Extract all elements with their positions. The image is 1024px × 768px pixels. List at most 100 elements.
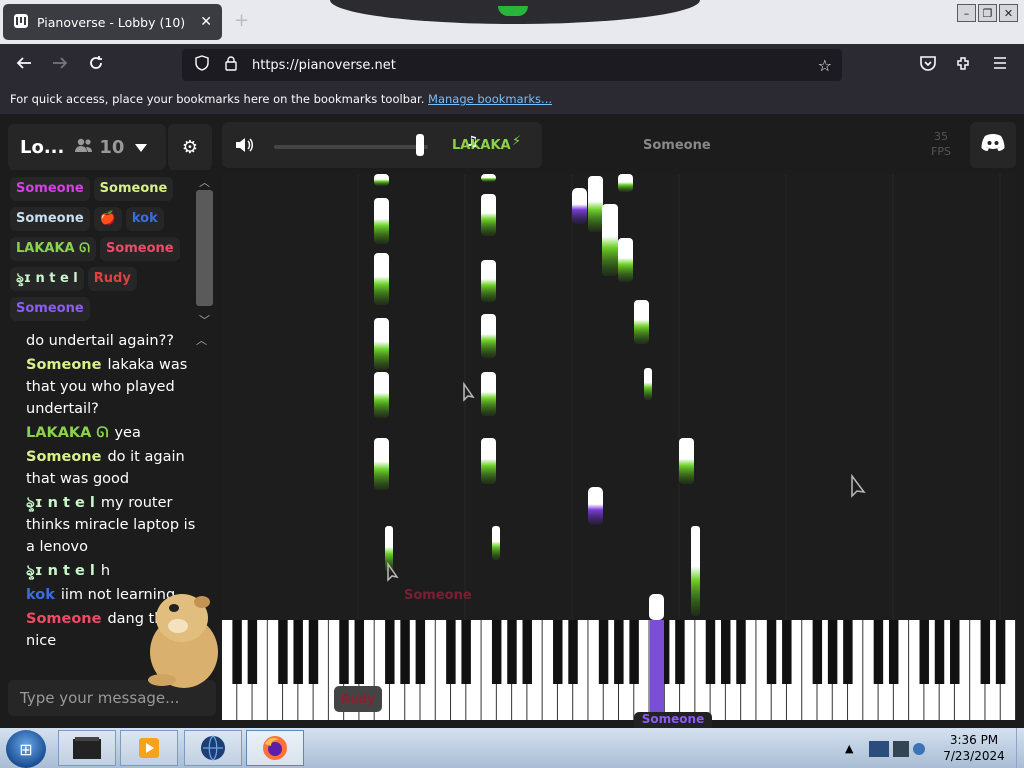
black-key[interactable] xyxy=(950,620,960,684)
black-key[interactable] xyxy=(705,620,716,684)
black-key[interactable] xyxy=(812,620,823,684)
black-key[interactable] xyxy=(491,620,502,684)
black-key[interactable] xyxy=(873,620,884,684)
chat-message-author[interactable]: Someone xyxy=(26,449,101,465)
shield-icon[interactable] xyxy=(194,55,210,75)
scroll-up-icon[interactable]: ︿ xyxy=(199,174,210,190)
black-key[interactable] xyxy=(308,620,319,684)
black-key[interactable] xyxy=(446,620,456,684)
volume-icon[interactable] xyxy=(234,136,254,158)
discord-button[interactable] xyxy=(970,122,1016,168)
black-key[interactable] xyxy=(888,620,899,684)
taskbar-clock[interactable]: 3:36 PM 7/23/2024 xyxy=(938,732,1010,764)
taskbar-app-terminal[interactable] xyxy=(58,730,116,766)
black-key[interactable] xyxy=(354,620,365,684)
black-key[interactable] xyxy=(598,620,609,684)
terminal-icon xyxy=(73,737,101,759)
lock-icon[interactable] xyxy=(224,55,238,75)
black-key[interactable] xyxy=(843,620,853,684)
volume-slider[interactable] xyxy=(274,145,428,149)
user-badge[interactable]: ৡɪ n t e l xyxy=(10,267,84,291)
chat-message-author[interactable]: Someone xyxy=(26,611,101,627)
pressed-key[interactable] xyxy=(650,620,664,720)
chat-message-author[interactable]: Someone xyxy=(26,357,101,373)
gear-icon: ⚙ xyxy=(181,136,199,158)
black-key[interactable] xyxy=(736,620,746,684)
tab-title: Pianoverse - Lobby (10) xyxy=(37,14,186,30)
user-badge[interactable]: kok xyxy=(125,207,164,231)
black-key[interactable] xyxy=(339,620,349,684)
chat-scroll-up-icon[interactable]: ︿ xyxy=(196,332,207,348)
black-key[interactable] xyxy=(934,620,945,684)
extensions-icon[interactable] xyxy=(955,54,973,76)
black-key[interactable] xyxy=(995,620,1006,684)
note xyxy=(649,594,664,620)
new-tab-button[interactable]: + xyxy=(234,10,249,31)
window-close-button[interactable]: ✕ xyxy=(999,4,1018,22)
taskbar-app-globe[interactable] xyxy=(184,730,242,766)
black-key[interactable] xyxy=(766,620,777,684)
black-key[interactable] xyxy=(675,620,685,684)
note xyxy=(644,368,652,400)
minimize-button[interactable]: – xyxy=(957,4,976,22)
black-key[interactable] xyxy=(293,620,303,684)
tab-close-button[interactable]: ✕ xyxy=(200,14,212,30)
scrollbar-thumb[interactable] xyxy=(196,190,213,306)
chat-message-author[interactable]: ৡɪ n t e l xyxy=(26,563,95,579)
black-key[interactable] xyxy=(782,620,792,684)
black-key[interactable] xyxy=(278,620,288,684)
fps-counter: 35 FPS xyxy=(918,122,964,168)
taskbar-app-media-player[interactable] xyxy=(120,730,178,766)
black-key[interactable] xyxy=(522,620,532,684)
user-badge[interactable]: 🍎 xyxy=(93,207,122,231)
tray-expand-icon[interactable]: ▲ xyxy=(845,742,853,755)
user-badge[interactable]: Someone xyxy=(10,177,90,201)
back-arrow-icon[interactable] xyxy=(15,54,33,76)
volume-slider-knob[interactable] xyxy=(416,134,425,156)
chat-message-author[interactable]: kok xyxy=(26,587,55,603)
user-badge[interactable]: Someone xyxy=(99,237,180,261)
user-badge[interactable]: Someone xyxy=(10,297,90,321)
settings-button[interactable]: ⚙ xyxy=(168,124,212,170)
user-badge[interactable]: Someone xyxy=(93,177,174,201)
black-key[interactable] xyxy=(415,620,426,684)
chevron-down-icon[interactable] xyxy=(134,137,148,158)
chat-message-author[interactable]: ৡɪ n t e l xyxy=(26,495,95,511)
browser-tab[interactable]: Pianoverse - Lobby (10) ✕ xyxy=(3,4,222,40)
pocket-icon[interactable] xyxy=(919,54,937,76)
manage-bookmarks-link[interactable]: Manage bookmarks... xyxy=(428,92,552,106)
user-badge[interactable]: Rudy xyxy=(87,267,137,291)
reload-icon[interactable] xyxy=(87,54,105,76)
black-key[interactable] xyxy=(827,620,838,684)
bookmark-star-icon[interactable]: ☆ xyxy=(818,56,832,75)
note xyxy=(481,372,496,416)
lobby-selector[interactable]: Lo... 10 xyxy=(8,124,166,170)
black-key[interactable] xyxy=(980,620,991,684)
black-key[interactable] xyxy=(919,620,929,684)
black-key[interactable] xyxy=(553,620,563,684)
black-key[interactable] xyxy=(721,620,731,684)
black-key[interactable] xyxy=(400,620,410,684)
show-desktop-button[interactable] xyxy=(1016,728,1024,768)
forward-arrow-icon[interactable] xyxy=(51,54,69,76)
taskbar-app-firefox[interactable] xyxy=(246,730,304,766)
black-key[interactable] xyxy=(507,620,517,684)
url-bar[interactable]: https://pianoverse.net ☆ xyxy=(182,49,842,81)
user-list-scrollbar[interactable]: ︿ ﹀ xyxy=(196,174,214,328)
black-key[interactable] xyxy=(247,620,258,684)
maximize-button[interactable]: ❐ xyxy=(978,4,997,22)
black-key[interactable] xyxy=(232,620,242,684)
chat-message-author[interactable]: LAKAKA ᘏ xyxy=(26,425,108,441)
black-key[interactable] xyxy=(568,620,578,684)
menu-hamburger-icon[interactable] xyxy=(991,54,1009,76)
pianoverse-page: Lo... 10 ⚙ Someone SomeoneSomeone 🍎 kokLAKA… xyxy=(0,114,1024,730)
tray-icons[interactable] xyxy=(865,738,929,760)
user-badge[interactable]: LAKAKA ᘏ xyxy=(10,237,96,261)
scroll-down-icon[interactable]: ﹀ xyxy=(199,312,210,328)
black-key[interactable] xyxy=(461,620,471,684)
start-button[interactable]: ⊞ xyxy=(6,730,46,768)
user-badge[interactable]: Someone xyxy=(10,207,90,231)
black-key[interactable] xyxy=(629,620,639,684)
black-key[interactable] xyxy=(614,620,624,684)
black-key[interactable] xyxy=(385,620,395,684)
